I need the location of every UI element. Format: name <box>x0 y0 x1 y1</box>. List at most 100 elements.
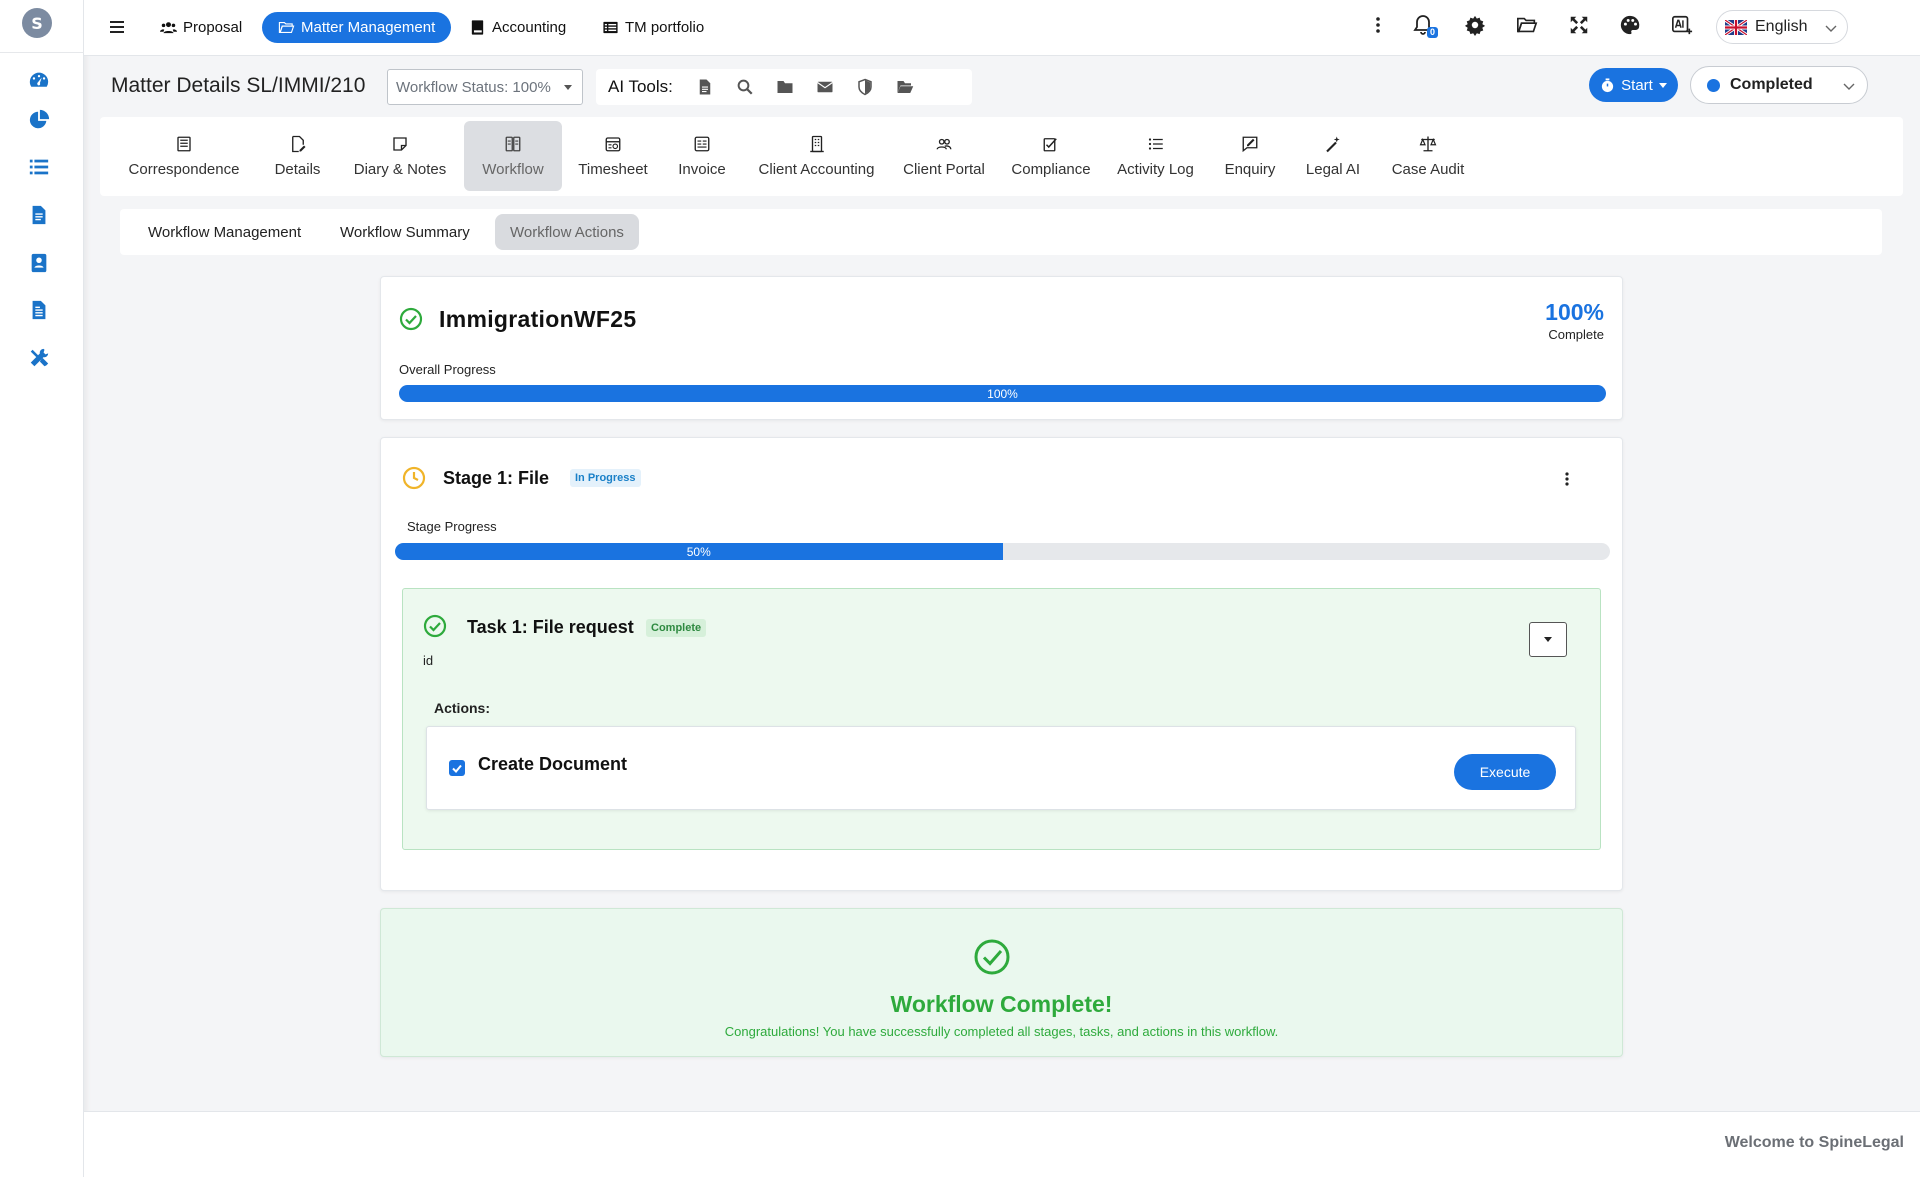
workflow-percent: 100% <box>1545 299 1604 325</box>
overall-progress-label: Overall Progress <box>399 362 496 377</box>
matter-status-select[interactable]: Completed <box>1690 66 1868 104</box>
tab-enquiry[interactable]: Enquiry <box>1212 121 1288 191</box>
tab-client-portal-label: Client Portal <box>903 160 985 178</box>
shield-icon[interactable] <box>856 78 874 96</box>
more-vertical-icon[interactable] <box>1564 472 1570 486</box>
document-icon[interactable] <box>696 78 714 96</box>
scale-balance-icon <box>1419 135 1437 153</box>
page-title: Matter Details SL/IMMI/210 <box>111 74 366 97</box>
sticky-note-icon <box>391 135 409 153</box>
caret-down-icon <box>1544 637 1552 642</box>
folder-icon[interactable] <box>776 78 794 96</box>
tab-enquiry-label: Enquiry <box>1224 160 1276 178</box>
tab-client-accounting[interactable]: Client Accounting <box>748 121 885 191</box>
nav-tm-portfolio[interactable]: TM portfolio <box>586 12 720 43</box>
list-icon[interactable] <box>28 156 50 178</box>
workflow-subtabs: Workflow Management Workflow Summary Wor… <box>120 209 1882 255</box>
matter-status-value: Completed <box>1730 76 1813 93</box>
workflow-icon <box>504 135 522 153</box>
subtab-workflow-actions[interactable]: Workflow Actions <box>495 214 639 250</box>
list-icon <box>602 19 619 36</box>
notification-bell-icon[interactable]: 0 <box>1412 14 1438 38</box>
envelope-icon[interactable] <box>816 78 834 96</box>
workflow-status-select[interactable]: Workflow Status: 100% <box>387 69 583 105</box>
stopwatch-icon <box>1600 77 1615 93</box>
stage-status-badge: In Progress <box>570 469 641 487</box>
tab-timesheet[interactable]: Timesheet <box>570 121 656 191</box>
nav-proposal[interactable]: Proposal <box>144 12 258 43</box>
stage-progress-bar: 50% <box>395 543 1610 560</box>
tools-icon[interactable] <box>28 347 50 369</box>
tab-compliance[interactable]: Compliance <box>1003 121 1099 191</box>
workflow-percent-caption: Complete <box>1548 327 1604 342</box>
subtab-workflow-summary[interactable]: Workflow Summary <box>325 214 485 250</box>
tab-activity-log-label: Activity Log <box>1117 160 1194 178</box>
footer: Welcome to SpineLegal <box>84 1111 1920 1177</box>
tab-workflow-label: Workflow <box>482 160 544 178</box>
task-expand-button[interactable] <box>1529 622 1567 657</box>
action-item: Create Document Execute <box>426 726 1576 810</box>
stage-progress-fill: 50% <box>395 543 1003 560</box>
list-icon <box>1147 135 1165 153</box>
top-navbar: Proposal Matter Management Accounting TM… <box>84 0 1920 56</box>
file-text-icon[interactable] <box>28 299 50 321</box>
tab-compliance-label: Compliance <box>1011 160 1091 178</box>
tab-invoice[interactable]: Invoice <box>664 121 740 191</box>
tab-client-accounting-label: Client Accounting <box>758 160 875 178</box>
settings-gear-icon[interactable] <box>1464 14 1486 36</box>
document-icon[interactable] <box>28 204 50 226</box>
action-checkbox[interactable] <box>449 760 465 776</box>
action-name: Create Document <box>478 754 628 774</box>
stage-title: Stage 1: File <box>443 468 550 488</box>
tab-client-portal[interactable]: Client Portal <box>893 121 995 191</box>
app-logo[interactable]: S <box>22 8 52 38</box>
task-title: Task 1: File request <box>467 617 634 637</box>
footer-welcome-text: Welcome to SpineLegal <box>1724 1134 1904 1151</box>
nav-proposal-label: Proposal <box>183 19 243 36</box>
nav-matter-management[interactable]: Matter Management <box>262 12 452 43</box>
search-icon[interactable] <box>736 78 754 96</box>
ai-assistant-icon[interactable] <box>1671 14 1693 36</box>
completion-title: Workflow Complete! <box>890 991 1113 1017</box>
folder-open-icon[interactable] <box>1516 14 1538 36</box>
ai-tools-label: AI Tools: <box>608 77 673 96</box>
more-vertical-icon[interactable] <box>1367 14 1389 36</box>
stage-card: Stage 1: File In Progress Stage Progress… <box>380 437 1623 891</box>
task-description: id <box>423 653 434 668</box>
actions-heading: Actions: <box>434 700 490 716</box>
subtab-workflow-management[interactable]: Workflow Management <box>133 214 316 250</box>
task-status-badge: Complete <box>646 619 707 637</box>
pie-chart-icon[interactable] <box>28 109 50 131</box>
overall-progress-bar: 100% <box>399 385 1606 402</box>
calendar-clock-icon <box>604 135 622 153</box>
menu-toggle-icon[interactable] <box>108 17 128 37</box>
palette-icon[interactable] <box>1619 14 1641 36</box>
workflow-summary-card: ImmigrationWF25 100% Complete Overall Pr… <box>380 276 1623 420</box>
language-label: English <box>1755 18 1808 35</box>
folder-open-icon[interactable] <box>896 78 914 96</box>
fullscreen-icon[interactable] <box>1568 14 1590 36</box>
check-circle-icon <box>399 307 423 331</box>
start-timer-button[interactable]: Start <box>1589 68 1678 102</box>
tab-activity-log[interactable]: Activity Log <box>1107 121 1204 191</box>
newspaper-icon <box>175 135 193 153</box>
nav-accounting-label: Accounting <box>492 19 567 36</box>
tab-case-audit[interactable]: Case Audit <box>1378 121 1478 191</box>
tab-diary-notes[interactable]: Diary & Notes <box>344 121 456 191</box>
tab-workflow[interactable]: Workflow <box>464 121 562 191</box>
checklist-icon <box>1042 135 1060 153</box>
chevron-down-icon <box>1843 80 1855 92</box>
contact-icon[interactable] <box>28 252 50 274</box>
tab-timesheet-label: Timesheet <box>578 160 648 178</box>
execute-button[interactable]: Execute <box>1454 754 1556 790</box>
left-sidebar: S <box>0 0 84 1177</box>
language-select[interactable]: English <box>1716 10 1848 44</box>
tab-details[interactable]: Details <box>259 121 336 191</box>
dashboard-icon[interactable] <box>28 69 50 91</box>
tab-correspondence[interactable]: Correspondence <box>117 121 251 191</box>
tab-legal-ai[interactable]: Legal AI <box>1296 121 1370 191</box>
tab-diary-notes-label: Diary & Notes <box>353 160 447 178</box>
users-icon <box>160 19 177 36</box>
tab-details-label: Details <box>274 160 321 178</box>
nav-accounting[interactable]: Accounting <box>453 12 582 43</box>
